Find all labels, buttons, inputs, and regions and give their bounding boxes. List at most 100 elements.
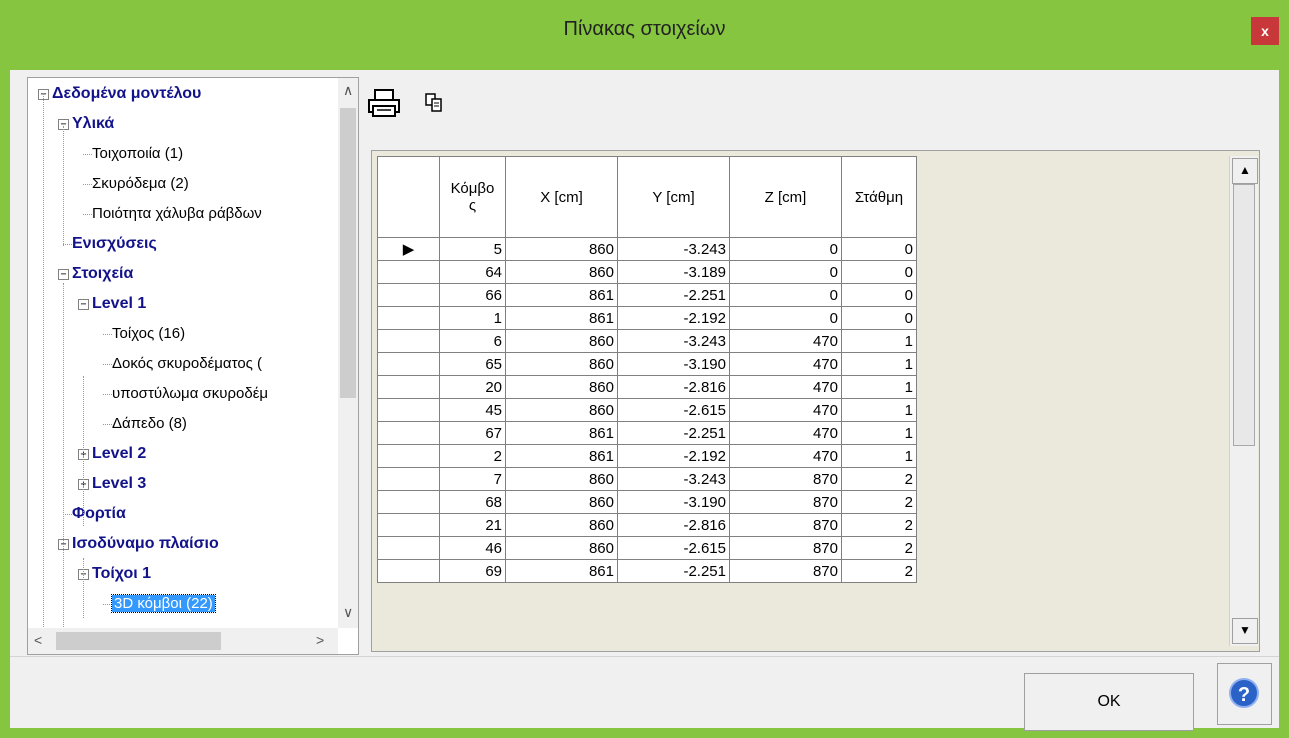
table-cell[interactable]: -2.816 xyxy=(617,375,730,399)
table-cell[interactable]: 65 xyxy=(439,352,506,376)
table-cell[interactable]: -2.251 xyxy=(617,421,730,445)
table-cell[interactable]: 6 xyxy=(439,329,506,353)
tree-node[interactable]: Ισοδύναμο πλαίσιο xyxy=(72,531,219,557)
table-cell[interactable]: 470 xyxy=(729,421,842,445)
table-cell[interactable]: 470 xyxy=(729,444,842,468)
table-cell[interactable]: -2.615 xyxy=(617,536,730,560)
table-row[interactable]: 69 861 -2.251 870 2 xyxy=(377,559,917,583)
help-button[interactable]: ? xyxy=(1217,663,1272,725)
table-cell[interactable]: -2.192 xyxy=(617,306,730,330)
table-cell[interactable]: 861 xyxy=(505,444,618,468)
table-cell[interactable]: 0 xyxy=(729,237,842,261)
table-cell[interactable]: 0 xyxy=(729,260,842,284)
row-selector[interactable] xyxy=(377,559,440,583)
row-selector[interactable] xyxy=(377,352,440,376)
row-selector[interactable] xyxy=(377,283,440,307)
table-cell[interactable]: -2.251 xyxy=(617,283,730,307)
close-button[interactable]: x xyxy=(1251,17,1279,45)
table-cell[interactable]: 69 xyxy=(439,559,506,583)
table-cell[interactable]: 0 xyxy=(841,237,917,261)
grid-scroll-up-icon[interactable]: ▲ xyxy=(1232,158,1258,184)
table-cell[interactable]: 2 xyxy=(841,559,917,583)
table-cell[interactable]: 66 xyxy=(439,283,506,307)
table-cell[interactable]: -2.816 xyxy=(617,513,730,537)
tree-horizontal-scrollbar[interactable]: < > xyxy=(28,628,338,654)
table-cell[interactable]: 67 xyxy=(439,421,506,445)
row-selector[interactable] xyxy=(377,375,440,399)
row-selector[interactable]: ▶ xyxy=(377,237,440,261)
table-row[interactable]: ▶ 5 860 -3.243 0 0 xyxy=(377,237,917,261)
tree-vertical-scrollbar[interactable]: ∧ ∨ xyxy=(338,78,358,628)
tree-node[interactable]: Level 2 xyxy=(92,441,146,467)
grid-vertical-scrollbar[interactable]: ▲ ▼ xyxy=(1229,156,1258,646)
row-selector[interactable] xyxy=(377,536,440,560)
table-cell[interactable]: 20 xyxy=(439,375,506,399)
tree-node[interactable]: Σκυρόδεμα (2) xyxy=(92,171,189,197)
tree-node[interactable]: Δεδομένα μοντέλου xyxy=(52,81,201,107)
table-cell[interactable]: 0 xyxy=(841,260,917,284)
table-cell[interactable]: -3.243 xyxy=(617,467,730,491)
table-cell[interactable]: 7 xyxy=(439,467,506,491)
tree-horizontal-scroll-thumb[interactable] xyxy=(56,632,221,650)
table-cell[interactable]: 2 xyxy=(841,490,917,514)
table-row[interactable]: 67 861 -2.251 470 1 xyxy=(377,421,917,445)
printer-icon[interactable] xyxy=(367,88,401,124)
row-selector[interactable] xyxy=(377,329,440,353)
table-cell[interactable]: 870 xyxy=(729,559,842,583)
scroll-right-icon[interactable]: > xyxy=(316,632,324,648)
tree-vertical-scroll-thumb[interactable] xyxy=(340,108,356,398)
table-cell[interactable]: 870 xyxy=(729,536,842,560)
row-selector[interactable] xyxy=(377,421,440,445)
table-cell[interactable]: 860 xyxy=(505,237,618,261)
table-cell[interactable]: 870 xyxy=(729,467,842,491)
row-selector[interactable] xyxy=(377,513,440,537)
table-cell[interactable]: 860 xyxy=(505,329,618,353)
column-header[interactable]: Y [cm] xyxy=(617,156,730,238)
table-row[interactable]: 65 860 -3.190 470 1 xyxy=(377,352,917,376)
table-cell[interactable]: 470 xyxy=(729,398,842,422)
table-row[interactable]: 68 860 -3.190 870 2 xyxy=(377,490,917,514)
table-cell[interactable]: -3.243 xyxy=(617,329,730,353)
table-row[interactable]: 1 861 -2.192 0 0 xyxy=(377,306,917,330)
table-cell[interactable]: 1 xyxy=(841,375,917,399)
table-cell[interactable]: 0 xyxy=(841,283,917,307)
table-cell[interactable]: 1 xyxy=(841,329,917,353)
column-header[interactable]: X [cm] xyxy=(505,156,618,238)
model-data-tree[interactable]: − Δεδομένα μοντέλου − Υλικά Τοιχοποιία (1) Σκ… xyxy=(27,77,359,655)
row-selector[interactable] xyxy=(377,444,440,468)
table-cell[interactable]: 0 xyxy=(729,283,842,307)
table-cell[interactable]: 860 xyxy=(505,260,618,284)
scroll-left-icon[interactable]: < xyxy=(34,632,42,648)
table-cell[interactable]: 470 xyxy=(729,375,842,399)
table-row[interactable]: 21 860 -2.816 870 2 xyxy=(377,513,917,537)
table-cell[interactable]: 5 xyxy=(439,237,506,261)
table-cell[interactable]: 860 xyxy=(505,467,618,491)
tree-node[interactable]: Φορτία xyxy=(72,501,126,527)
table-cell[interactable]: 870 xyxy=(729,490,842,514)
tree-node[interactable]: Τοίχος (16) xyxy=(112,321,185,347)
table-cell[interactable]: 2 xyxy=(841,536,917,560)
nodes-data-grid[interactable]: Κόμβο ςX [cm] Y [cm] Z [cm] Στάθμη ▶ 5 860 -3.… xyxy=(371,150,1260,652)
table-row[interactable]: 2 861 -2.192 470 1 xyxy=(377,444,917,468)
ok-button[interactable]: OK xyxy=(1024,673,1194,731)
column-header[interactable]: Z [cm] xyxy=(729,156,842,238)
table-cell[interactable]: 1 xyxy=(841,421,917,445)
table-cell[interactable]: 860 xyxy=(505,490,618,514)
table-row[interactable]: 64 860 -3.189 0 0 xyxy=(377,260,917,284)
table-row[interactable]: 20 860 -2.816 470 1 xyxy=(377,375,917,399)
table-row[interactable]: 45 860 -2.615 470 1 xyxy=(377,398,917,422)
column-header[interactable]: Κόμβο ς xyxy=(439,156,506,238)
table-cell[interactable]: 470 xyxy=(729,329,842,353)
table-cell[interactable]: 861 xyxy=(505,283,618,307)
table-cell[interactable]: 21 xyxy=(439,513,506,537)
table-cell[interactable]: 2 xyxy=(841,467,917,491)
table-cell[interactable]: 860 xyxy=(505,536,618,560)
copy-icon[interactable] xyxy=(424,92,444,120)
row-selector[interactable] xyxy=(377,467,440,491)
tree-node[interactable]: Level 3 xyxy=(92,471,146,497)
table-cell[interactable]: 64 xyxy=(439,260,506,284)
table-cell[interactable]: -3.189 xyxy=(617,260,730,284)
table-row[interactable]: 46 860 -2.615 870 2 xyxy=(377,536,917,560)
table-cell[interactable]: 860 xyxy=(505,375,618,399)
table-cell[interactable]: -2.192 xyxy=(617,444,730,468)
